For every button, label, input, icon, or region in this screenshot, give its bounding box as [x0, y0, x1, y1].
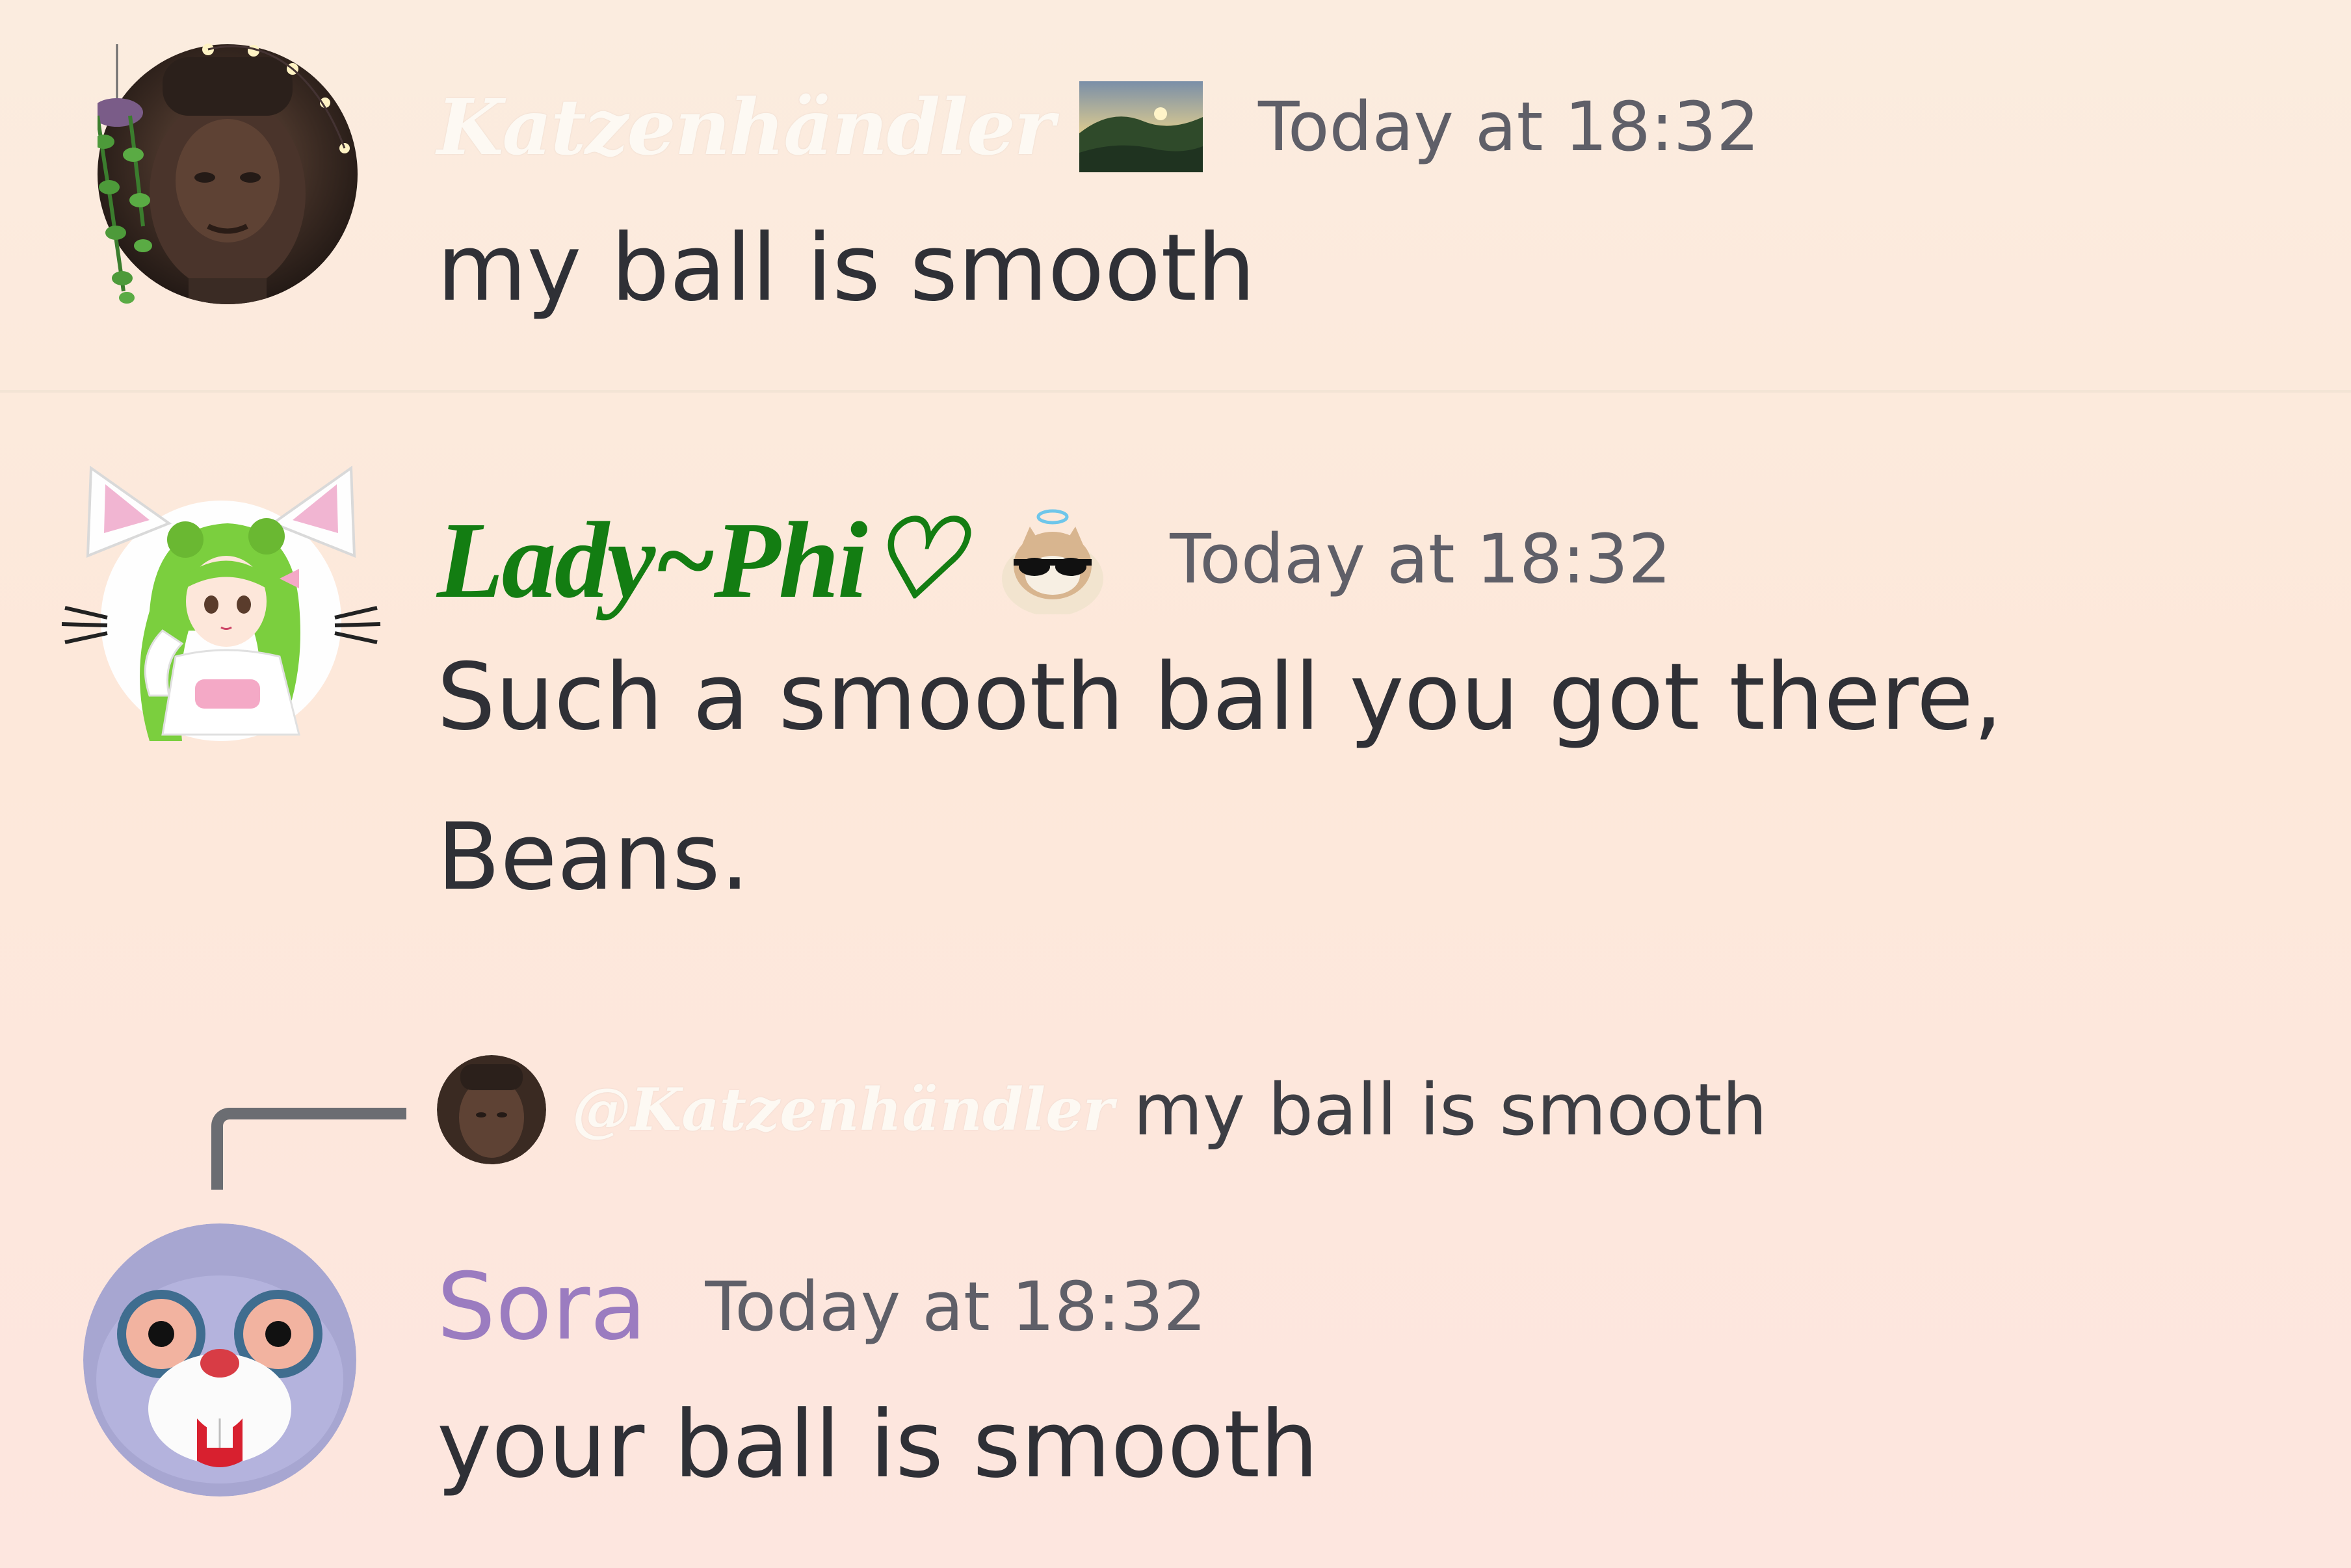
timestamp[interactable]: Today at 18:32 [1170, 519, 1671, 599]
message-header: Lady~Phi♡ Today at 18:32 [437, 500, 1671, 621]
timestamp[interactable]: Today at 18:32 [1258, 87, 1759, 166]
reply-mention[interactable]: @Katzenhändler [572, 1075, 1114, 1144]
username-lady-phi[interactable]: Lady~Phi♡ [437, 495, 964, 623]
message-text: my ball is smooth [437, 215, 1256, 322]
avatar-katzenhandler[interactable] [91, 31, 358, 311]
message-divider [0, 390, 2351, 393]
message-text-line-1: Such a smooth ball you got there, [437, 644, 2003, 751]
dark-portrait-icon [91, 44, 358, 304]
message-text-line-2: Beans. [437, 804, 750, 911]
cat-with-sunglasses-icon[interactable] [994, 504, 1111, 616]
username-sora[interactable]: Sora [437, 1253, 646, 1361]
reply-connector-line [211, 1108, 406, 1190]
reply-text[interactable]: my ball is smooth [1133, 1068, 1767, 1151]
anime-avatar-icon [61, 465, 381, 741]
reply-preview[interactable]: @Katzenhändler my ball is smooth [437, 1054, 1767, 1165]
reply-avatar[interactable] [437, 1055, 546, 1164]
message-header: Sora Today at 18:32 [437, 1248, 1207, 1365]
message-text: your ball is smooth [437, 1391, 1319, 1498]
plush-bunny-icon [83, 1223, 356, 1496]
avatar-lady-phi[interactable] [59, 462, 384, 748]
message-header: Katzenhändler Today at 18:32 [437, 72, 1759, 182]
username-katzenhandler[interactable]: Katzenhändler [437, 82, 1055, 172]
timestamp[interactable]: Today at 18:32 [705, 1267, 1206, 1346]
landscape-photo-icon[interactable] [1079, 81, 1203, 172]
avatar-sora[interactable] [83, 1223, 356, 1496]
